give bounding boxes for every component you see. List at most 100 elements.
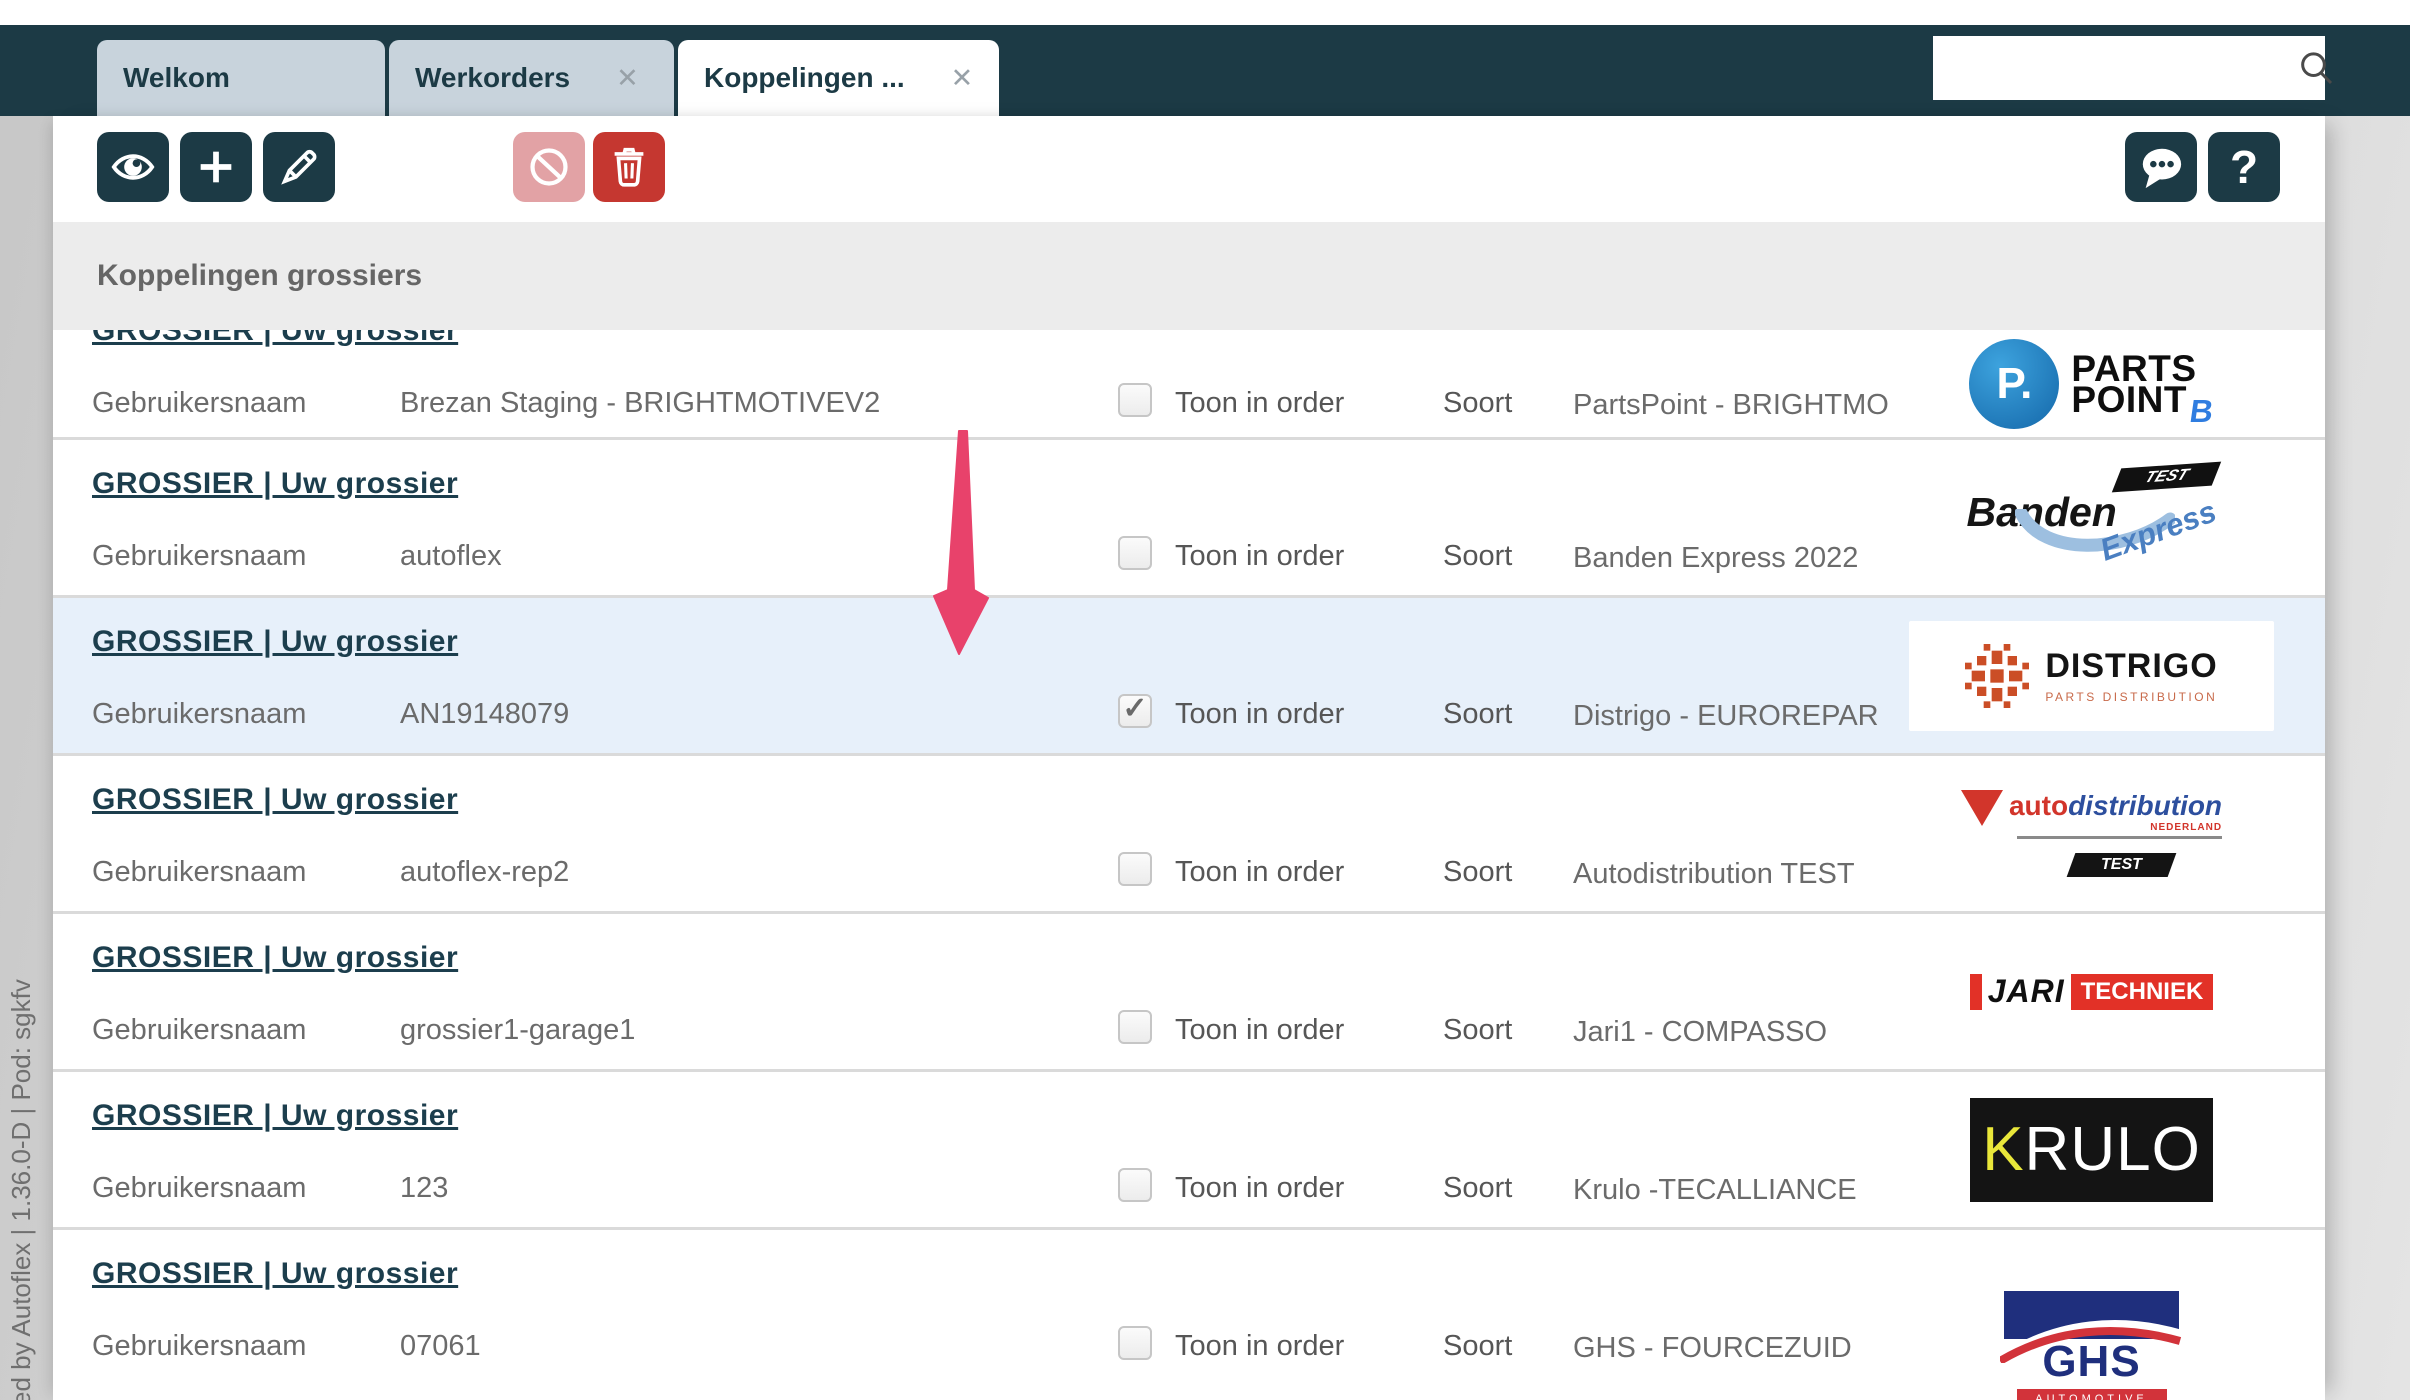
red-bar [1970, 974, 1982, 1010]
top-strip [0, 0, 2410, 25]
toon-in-order-checkbox[interactable]: ✓ [1118, 1326, 1152, 1360]
username-label: Gebruikersnaam [92, 1330, 306, 1363]
autodistribution-logo: auto distribution NEDERLAND TEST [1957, 790, 2227, 877]
search-box [1933, 36, 2325, 100]
soort-label: Soort [1443, 698, 1512, 731]
partspoint-badge: B [2188, 396, 2216, 427]
section-title: Koppelingen grossiers [97, 259, 422, 293]
grossier-link[interactable]: GROSSIER | Uw grossier [92, 467, 458, 501]
pencil-icon [276, 144, 322, 190]
username-label: Gebruikersnaam [92, 1172, 306, 1205]
grossier-row[interactable]: GROSSIER | Uw grossier Gebruikersnaam Br… [53, 330, 2325, 440]
grossier-link[interactable]: GROSSIER | Uw grossier [92, 330, 458, 348]
partspoint-logo: P. PARTS POINT B [1969, 339, 2213, 429]
ghs-tagline: AUTOMOTIVE [2017, 1389, 2167, 1400]
search-icon[interactable] [2296, 48, 2336, 88]
distribution-word: distribution [2068, 790, 2222, 822]
close-icon[interactable]: ✕ [616, 63, 639, 94]
grossier-row[interactable]: GROSSIER | Uw grossier Gebruikersnaam AN… [53, 598, 2325, 756]
username-value: grossier1-garage1 [400, 1014, 635, 1047]
nederland-label: NEDERLAND [2150, 822, 2222, 833]
grossier-logo-slot: GHS AUTOMOTIVE [1909, 1230, 2274, 1400]
grossier-logo-slot: P. PARTS POINT B [1909, 330, 2274, 437]
jari-word: JARI [1988, 973, 2065, 1010]
soort-label: Soort [1443, 1014, 1512, 1047]
grossier-logo-slot: auto distribution NEDERLAND TEST [1909, 756, 2274, 911]
sunburst-icon [1965, 644, 2029, 708]
content-panel: ? Koppelingen grossiers GROSSIER | Uw gr… [53, 116, 2325, 1400]
distrigo-name: DISTRIGO [2045, 647, 2217, 686]
toon-in-order-checkbox[interactable]: ✓ [1118, 852, 1152, 886]
username-label: Gebruikersnaam [92, 856, 306, 889]
techniek-word: TECHNIEK [2071, 974, 2214, 1010]
soort-value: Distrigo - EUROREPAR [1573, 700, 1907, 733]
grossier-link[interactable]: GROSSIER | Uw grossier [92, 783, 458, 817]
grossier-list: GROSSIER | Uw grossier Gebruikersnaam Br… [53, 330, 2325, 1400]
krulo-rest: RULO [2025, 1114, 2201, 1185]
grossier-link[interactable]: GROSSIER | Uw grossier [92, 1257, 458, 1291]
grossier-link[interactable]: GROSSIER | Uw grossier [92, 625, 458, 659]
soort-label: Soort [1443, 1172, 1512, 1205]
distrigo-tagline: PARTS DISTRIBUTION [2045, 690, 2217, 704]
toon-in-order-checkbox[interactable]: ✓ [1118, 1168, 1152, 1202]
toon-in-order-checkbox[interactable]: ✓ [1118, 694, 1152, 728]
jari-techniek-logo: JARI TECHNIEK [1970, 973, 2214, 1010]
grossier-link[interactable]: GROSSIER | Uw grossier [92, 1099, 458, 1133]
eye-icon [110, 144, 156, 190]
help-button[interactable]: ? [2208, 132, 2280, 202]
krulo-logo: K RULO [1970, 1098, 2213, 1202]
ghs-logo: GHS AUTOMOTIVE [2002, 1291, 2182, 1400]
banden-express-logo: TEST Banden Express [1967, 465, 2217, 570]
username-label: Gebruikersnaam [92, 1014, 306, 1047]
plus-icon [193, 144, 239, 190]
swoosh-icon [2000, 1311, 2186, 1363]
grossier-row[interactable]: GROSSIER | Uw grossier Gebruikersnaam 07… [53, 1230, 2325, 1400]
tab-welkom[interactable]: Welkom [97, 40, 385, 116]
toon-in-order-checkbox[interactable]: ✓ [1118, 383, 1152, 417]
ban-icon [526, 144, 572, 190]
grossier-link[interactable]: GROSSIER | Uw grossier [92, 941, 458, 975]
tab-koppelingen[interactable]: Koppelingen ... ✕ [678, 40, 999, 116]
toon-in-order-checkbox[interactable]: ✓ [1118, 536, 1152, 570]
tab-label: Koppelingen ... [704, 62, 905, 94]
section-header: Koppelingen grossiers [53, 222, 2325, 330]
close-icon[interactable]: ✕ [951, 63, 974, 94]
view-button[interactable] [97, 132, 169, 202]
app-window: Welkom Werkorders ✕ Koppelingen ... ✕ [0, 0, 2410, 1400]
soort-value: Banden Express 2022 [1573, 542, 1907, 575]
username-value: autoflex [400, 540, 502, 573]
username-value: AN19148079 [400, 698, 569, 731]
toon-in-order-label: Toon in order [1175, 1014, 1344, 1047]
rule-line [2017, 836, 2222, 839]
toon-in-order-label: Toon in order [1175, 1172, 1344, 1205]
toon-in-order-label: Toon in order [1175, 540, 1344, 573]
soort-label: Soort [1443, 540, 1512, 573]
grossier-logo-slot: K RULO [1909, 1072, 2274, 1227]
search-input[interactable] [1933, 36, 2296, 100]
partspoint-word-point: POINT [2071, 384, 2187, 415]
grossier-row[interactable]: GROSSIER | Uw grossier Gebruikersnaam gr… [53, 914, 2325, 1072]
version-note: ed by Autoflex | 1.36.0-D | Pod: sgkfv [6, 766, 37, 1400]
toon-in-order-checkbox[interactable]: ✓ [1118, 1010, 1152, 1044]
soort-label: Soort [1443, 387, 1512, 420]
delete-button[interactable] [593, 132, 665, 202]
grossier-row[interactable]: GROSSIER | Uw grossier Gebruikersnaam au… [53, 756, 2325, 914]
username-label: Gebruikersnaam [92, 387, 306, 420]
ghs-banner [2004, 1291, 2179, 1339]
tab-werkorders[interactable]: Werkorders ✕ [389, 40, 674, 116]
checkmark-icon: ✓ [1122, 694, 1147, 724]
soort-value: Jari1 - COMPASSO [1573, 1016, 1907, 1049]
toon-in-order-label: Toon in order [1175, 698, 1344, 731]
username-value: autoflex-rep2 [400, 856, 569, 889]
add-button[interactable] [180, 132, 252, 202]
grossier-row[interactable]: GROSSIER | Uw grossier Gebruikersnaam au… [53, 440, 2325, 598]
grossier-row[interactable]: GROSSIER | Uw grossier Gebruikersnaam 12… [53, 1072, 2325, 1230]
chat-button[interactable] [2125, 132, 2197, 202]
speech-bubble-icon [2138, 144, 2184, 190]
soort-value: GHS - FOURCEZUID [1573, 1332, 1907, 1365]
tab-label: Werkorders [415, 62, 570, 94]
edit-button[interactable] [263, 132, 335, 202]
grossier-logo-slot: TEST Banden Express [1909, 440, 2274, 595]
auto-word: auto [2009, 790, 2068, 822]
block-button[interactable] [513, 132, 585, 202]
